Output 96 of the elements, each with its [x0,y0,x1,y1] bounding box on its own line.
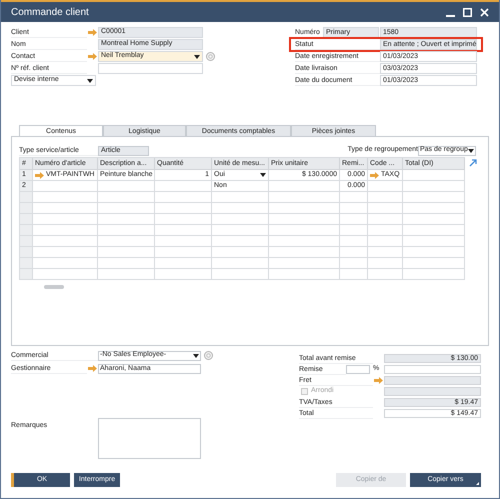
table-cell [269,203,340,214]
table-cell [212,203,269,214]
table-cell [269,258,340,269]
table-cell [340,225,368,236]
table-cell [155,192,212,203]
table-cell [155,236,212,247]
table-cell [212,236,269,247]
arrow-icon[interactable] [88,29,97,36]
input-field[interactable] [98,63,203,74]
table-cell [340,247,368,258]
table-cell [33,225,98,236]
table-cell [368,247,403,258]
table-cell [340,203,368,214]
table-cell [98,236,155,247]
table-cell [368,192,403,203]
expand-icon[interactable] [469,159,477,167]
table-cell [403,203,465,214]
table-cell [403,258,465,269]
amount-field[interactable] [384,376,481,385]
table-cell [155,214,212,225]
table-cell [155,225,212,236]
window-title: Commande client [11,6,89,20]
table-cell [212,258,269,269]
table-cell [340,214,368,225]
table-cell [98,247,155,258]
close-icon[interactable] [480,8,489,16]
table-cell [98,181,155,192]
scrollbar-thumb[interactable] [44,285,64,289]
table-cell [368,225,403,236]
table-cell [155,258,212,269]
table-cell [269,225,340,236]
table-cell [33,214,98,225]
table-cell [368,181,403,192]
caret-icon [193,354,199,358]
arrow-icon[interactable] [35,172,44,178]
table-cell [98,269,155,280]
table-cell [340,258,368,269]
arrow-icon[interactable] [370,172,379,178]
arrow-icon[interactable] [88,365,97,372]
table-cell [368,214,403,225]
table-cell [269,181,340,192]
table-cell [403,225,465,236]
table-cell [403,247,465,258]
table-cell [269,192,340,203]
arrow-icon[interactable] [88,53,97,60]
table-cell [33,236,98,247]
table-cell [368,203,403,214]
table-cell [212,269,269,280]
table-cell [368,236,403,247]
arrow-icon[interactable] [374,377,383,384]
table-cell [403,192,465,203]
table-cell [98,225,155,236]
table-cell [403,214,465,225]
table-cell [212,225,269,236]
table-cell [403,181,465,192]
table-cell [155,269,212,280]
table-cell [33,258,98,269]
table-cell [98,214,155,225]
table-cell [155,203,212,214]
table-cell [212,192,269,203]
table-cell [368,269,403,280]
remarks-field[interactable] [98,418,201,459]
table-cell [212,214,269,225]
table-cell [340,192,368,203]
table-cell [269,247,340,258]
table-cell [269,236,340,247]
table-cell [368,258,403,269]
table-cell [340,269,368,280]
table-cell [340,236,368,247]
table-cell [403,236,465,247]
caret-icon [194,54,200,58]
help-icon[interactable] [204,351,213,360]
caret-icon [87,78,93,82]
table-cell [33,181,98,192]
table-cell [403,269,465,280]
table-cell [33,192,98,203]
amount-field[interactable] [384,387,481,396]
table-cell [212,247,269,258]
help-icon[interactable] [206,52,215,61]
caret-icon [468,148,474,152]
table-cell [269,269,340,280]
table-cell [98,192,155,203]
table-cell [155,247,212,258]
table-cell [33,203,98,214]
table-cell [33,247,98,258]
table-cell [33,269,98,280]
table-cell [403,170,465,181]
amount-field[interactable] [384,365,481,374]
discount-field[interactable] [346,365,370,374]
table-cell [98,258,155,269]
table-cell [155,181,212,192]
table-cell [98,203,155,214]
corner-icon [476,482,479,485]
caret-icon [260,173,266,177]
maximize-icon[interactable] [463,8,472,16]
table-cell [269,214,340,225]
